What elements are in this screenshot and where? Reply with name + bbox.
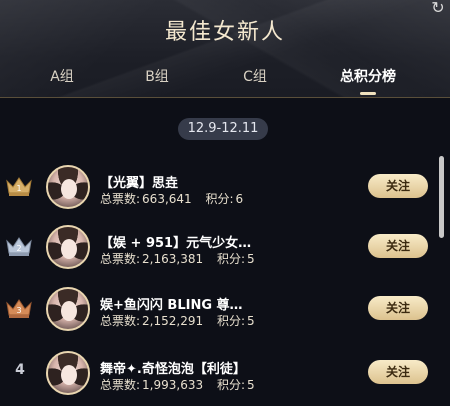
votes-label: 总票数: — [100, 192, 141, 206]
points-value: 5 — [247, 378, 255, 392]
rank-number: 4 — [15, 362, 25, 378]
page-title: 最佳女新人 — [164, 20, 285, 45]
stats-line: 总票数: 1,993,633 积分: 5 — [100, 376, 265, 393]
anchor-name[interactable]: 舞帝✦.奇怪泡泡【利徒】 — [100, 358, 260, 377]
votes-label: 总票数: — [100, 252, 141, 266]
points-label: 积分: — [216, 252, 245, 266]
ranking-row: 3 娱+鱼闪闪 BLING 尊… 总票数: 2,152,291 积分: 5 关注 — [0, 282, 440, 340]
points-value: 6 — [235, 192, 244, 206]
rank-number: 1 — [16, 184, 21, 193]
ranking-row: 1 【光翼】思垚 总票数: 663,641 积分: 6 关注 — [0, 160, 440, 218]
avatar[interactable] — [46, 287, 90, 331]
follow-button[interactable]: 关注 — [368, 234, 428, 258]
votes-value: 2,152,291 — [142, 314, 204, 328]
votes-value: 1,993,633 — [142, 378, 204, 392]
avatar[interactable] — [46, 225, 90, 269]
bronze-crown-icon: 3 — [6, 299, 32, 318]
tab-bar: A组 B组 C组 总积分榜 — [0, 66, 450, 95]
anchor-name[interactable]: 娱+鱼闪闪 BLING 尊… — [100, 294, 260, 313]
avatar[interactable] — [46, 351, 90, 395]
points-label: 积分: — [216, 314, 245, 328]
gold-crown-icon: 1 — [6, 177, 32, 196]
anchor-name[interactable]: 【娱 + 951】元气少女… — [100, 232, 260, 251]
votes-value: 663,641 — [142, 192, 192, 206]
rank-number: 2 — [16, 244, 21, 253]
points-label: 积分: — [216, 378, 245, 392]
follow-button[interactable]: 关注 — [368, 174, 428, 198]
tab-group-a[interactable]: A组 — [22, 66, 102, 86]
header: 最佳女新人 ↻ A组 B组 C组 总积分榜 — [0, 0, 450, 98]
votes-value: 2,163,381 — [142, 252, 204, 266]
votes-label: 总票数: — [100, 378, 141, 392]
tab-group-b[interactable]: B组 — [117, 66, 197, 86]
active-tab-indicator — [360, 92, 376, 95]
points-label: 积分: — [205, 192, 234, 206]
tab-group-c[interactable]: C组 — [215, 66, 295, 86]
anchor-name[interactable]: 【光翼】思垚 — [100, 172, 260, 191]
date-range-badge: 12.9-12.11 — [178, 118, 268, 140]
points-value: 5 — [247, 314, 255, 328]
avatar[interactable] — [46, 165, 90, 209]
refresh-icon[interactable]: ↻ — [430, 0, 446, 16]
silver-crown-icon: 2 — [6, 237, 32, 256]
points-value: 5 — [247, 252, 255, 266]
stats-line: 总票数: 2,163,381 积分: 5 — [100, 250, 265, 267]
tab-total-points[interactable]: 总积分榜 — [328, 66, 408, 86]
votes-label: 总票数: — [100, 314, 141, 328]
ranking-row: 2 【娱 + 951】元气少女… 总票数: 2,163,381 积分: 5 关注 — [0, 220, 440, 278]
ranking-row: 4 舞帝✦.奇怪泡泡【利徒】 总票数: 1,993,633 积分: 5 关注 — [0, 346, 440, 404]
follow-button[interactable]: 关注 — [368, 360, 428, 384]
follow-button[interactable]: 关注 — [368, 296, 428, 320]
stats-line: 总票数: 663,641 积分: 6 — [100, 190, 253, 207]
scrollbar[interactable] — [439, 156, 444, 238]
stats-line: 总票数: 2,152,291 积分: 5 — [100, 312, 265, 329]
rank-number: 3 — [16, 306, 21, 315]
